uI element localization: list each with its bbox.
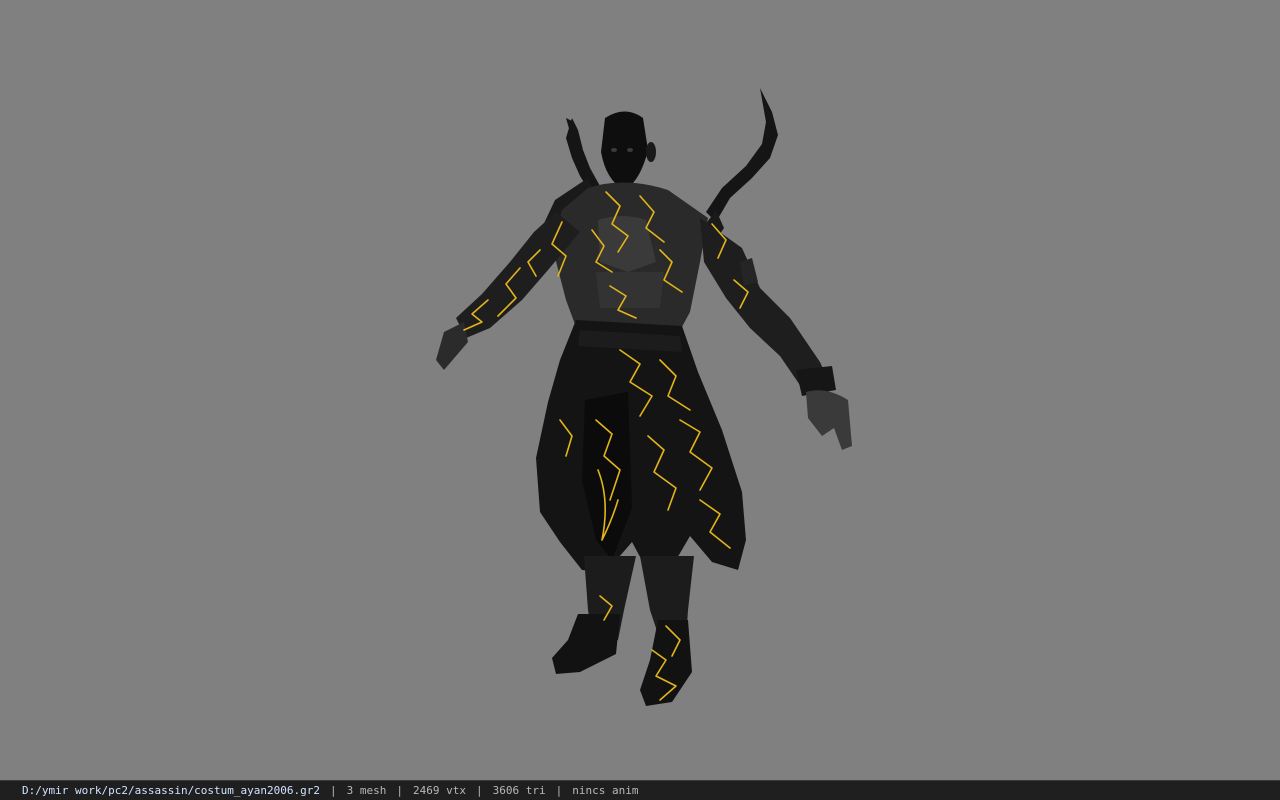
vertex-count-label: 2469 vtx — [413, 784, 466, 797]
waist-and-skirt — [536, 320, 746, 572]
status-separator: | — [476, 784, 483, 797]
file-path-label: D:/ymir work/pc2/assassin/costum_ayan200… — [22, 784, 321, 797]
arm-left — [436, 212, 580, 370]
status-separator: | — [555, 784, 563, 797]
status-bar: D:/ymir work/pc2/assassin/costum_ayan200… — [0, 780, 1280, 800]
triangle-count-label: 3606 tri — [492, 784, 546, 797]
animation-status-label: nincs anim — [572, 784, 639, 797]
mesh-count-label: 3 mesh — [346, 784, 387, 797]
status-separator: | — [396, 784, 404, 797]
character-model — [436, 88, 852, 706]
3d-viewport[interactable] — [0, 0, 1280, 780]
head — [601, 111, 656, 190]
arm-right — [700, 218, 852, 450]
ribbon-right — [700, 88, 778, 246]
status-separator: | — [330, 784, 337, 797]
